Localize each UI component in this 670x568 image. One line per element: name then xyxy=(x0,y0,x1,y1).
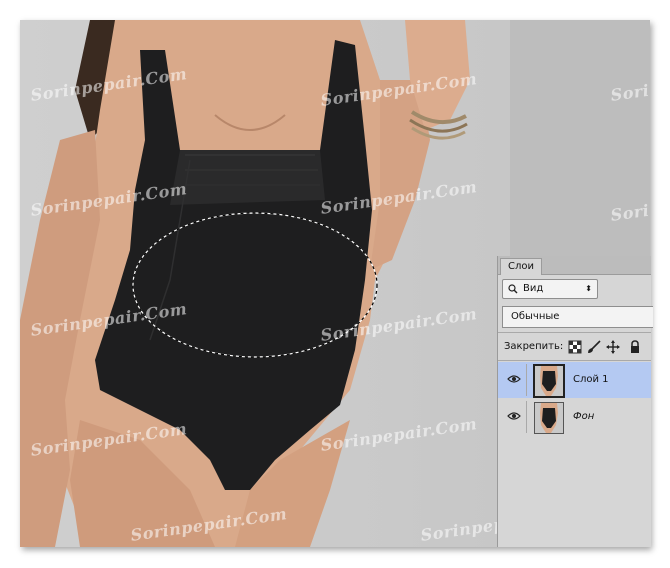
layer-thumbnail xyxy=(533,364,565,398)
lock-label: Закрепить: xyxy=(504,341,564,352)
divider xyxy=(498,332,651,333)
brush-icon[interactable] xyxy=(587,340,601,354)
tab-layers[interactable]: Слои xyxy=(500,258,542,275)
search-icon xyxy=(508,280,518,305)
layer-name: Слой 1 xyxy=(573,374,609,385)
lock-icon[interactable] xyxy=(628,340,642,354)
layer-thumbnail xyxy=(534,402,564,434)
lock-transparent-icon[interactable] xyxy=(568,340,582,354)
layer-name: Фон xyxy=(573,411,595,422)
layer-filter-dropdown[interactable]: Вид ⬍ xyxy=(502,279,598,299)
blend-mode-label: Обычные xyxy=(511,311,560,322)
panel-tab-bar: Слои xyxy=(498,256,651,275)
move-icon[interactable] xyxy=(606,340,620,354)
layer-row-layer-1[interactable]: Слой 1 xyxy=(498,362,651,398)
blend-mode-select[interactable]: Обычные xyxy=(502,306,653,328)
divider xyxy=(526,364,527,396)
layers-panel: Слои Вид ⬍ Обычные Закрепить: Слой 1 Фон xyxy=(497,256,653,547)
divider xyxy=(498,360,651,361)
eye-icon[interactable] xyxy=(507,374,521,387)
updown-arrows-icon: ⬍ xyxy=(585,284,592,293)
eye-icon[interactable] xyxy=(507,411,521,424)
lock-row: Закрепить: xyxy=(498,336,651,358)
divider xyxy=(526,401,527,433)
filter-label: Вид xyxy=(523,283,544,294)
layer-row-background[interactable]: Фон xyxy=(498,399,651,435)
